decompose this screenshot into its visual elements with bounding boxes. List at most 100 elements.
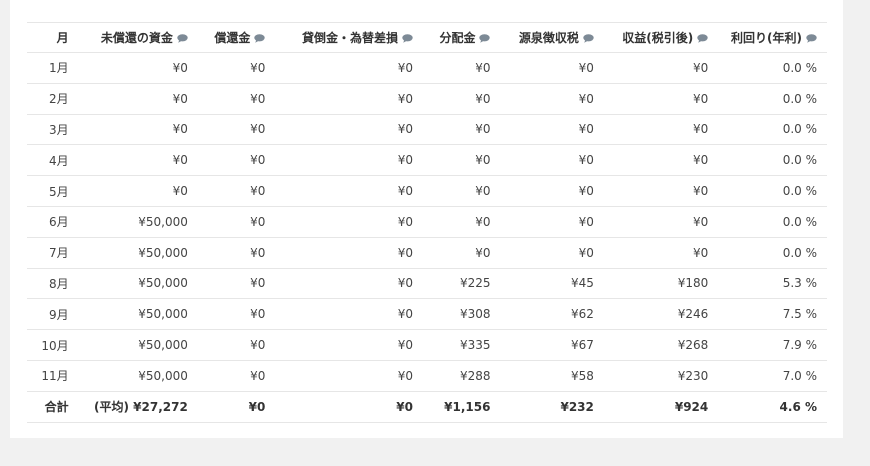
cell-annual-yield: 7.0 % <box>718 360 827 392</box>
cell-default-fx-loss: ¥0 <box>275 144 423 177</box>
cell-annual-yield: 0.0 % <box>718 114 827 146</box>
total-cell-redemption: ¥0 <box>197 391 276 423</box>
cell-distribution: ¥225 <box>422 268 501 300</box>
table-row: 10月 ¥50,000 ¥0 ¥0 ¥335 ¥67 ¥268 7.9 % <box>27 329 827 361</box>
total-cell-withholding-tax: ¥232 <box>500 391 604 423</box>
cell-distribution: ¥0 <box>422 206 501 238</box>
table-row: 4月 ¥0 ¥0 ¥0 ¥0 ¥0 ¥0 0.0 % <box>27 144 827 177</box>
speech-bubble-icon[interactable] <box>479 34 491 43</box>
cell-month: 8月 <box>27 268 79 300</box>
cell-annual-yield: 0.0 % <box>718 206 827 238</box>
cell-net-income: ¥0 <box>603 206 719 238</box>
cell-month: 10月 <box>27 329 79 361</box>
cell-withholding-tax: ¥0 <box>500 175 604 207</box>
cell-default-fx-loss: ¥0 <box>275 360 423 392</box>
cell-distribution: ¥0 <box>422 175 501 207</box>
cell-net-income: ¥0 <box>603 114 719 146</box>
cell-redemption: ¥0 <box>197 206 276 238</box>
cell-withholding-tax: ¥45 <box>500 268 604 300</box>
cell-outstanding-principal: ¥0 <box>78 83 198 115</box>
cell-net-income: ¥0 <box>603 83 719 115</box>
cell-annual-yield: 0.0 % <box>718 237 827 269</box>
table-row: 9月 ¥50,000 ¥0 ¥0 ¥308 ¥62 ¥246 7.5 % <box>27 298 827 331</box>
table-row: 1月 ¥0 ¥0 ¥0 ¥0 ¥0 ¥0 0.0 % <box>27 52 827 84</box>
cell-default-fx-loss: ¥0 <box>275 268 423 300</box>
cell-redemption: ¥0 <box>197 83 276 115</box>
cell-month: 1月 <box>27 52 79 84</box>
total-cell-month: 合計 <box>27 391 79 423</box>
cell-net-income: ¥246 <box>603 298 719 331</box>
cell-net-income: ¥230 <box>603 360 719 392</box>
cell-net-income: ¥0 <box>603 175 719 207</box>
total-cell-distribution: ¥1,156 <box>422 391 501 423</box>
table-row: 11月 ¥50,000 ¥0 ¥0 ¥288 ¥58 ¥230 7.0 % <box>27 360 827 392</box>
cell-outstanding-principal: ¥0 <box>78 175 198 207</box>
cell-outstanding-principal: ¥50,000 <box>78 206 198 238</box>
cell-distribution: ¥308 <box>422 298 501 331</box>
speech-bubble-icon[interactable] <box>177 34 188 43</box>
cell-redemption: ¥0 <box>197 268 276 300</box>
cell-month: 7月 <box>27 237 79 269</box>
table-row: 5月 ¥0 ¥0 ¥0 ¥0 ¥0 ¥0 0.0 % <box>27 175 827 207</box>
cell-redemption: ¥0 <box>197 237 276 269</box>
speech-bubble-icon[interactable] <box>583 34 594 43</box>
header-outstanding-principal: 未償還の資金 <box>78 22 198 53</box>
cell-default-fx-loss: ¥0 <box>275 329 423 361</box>
header-default-fx-loss: 貸倒金・為替差損 <box>275 22 423 53</box>
table-row: 8月 ¥50,000 ¥0 ¥0 ¥225 ¥45 ¥180 5.3 % <box>27 268 827 300</box>
speech-bubble-icon[interactable] <box>697 34 708 43</box>
cell-withholding-tax: ¥0 <box>500 114 604 146</box>
speech-bubble-icon[interactable] <box>402 34 413 43</box>
cell-withholding-tax: ¥0 <box>500 52 604 84</box>
cell-month: 11月 <box>27 360 79 392</box>
header-month: 月 <box>27 22 79 53</box>
total-cell-default-fx-loss: ¥0 <box>275 391 423 423</box>
cell-distribution: ¥0 <box>422 52 501 84</box>
table-row: 6月 ¥50,000 ¥0 ¥0 ¥0 ¥0 ¥0 0.0 % <box>27 206 827 238</box>
header-distribution: 分配金 <box>422 22 501 53</box>
cell-withholding-tax: ¥0 <box>500 144 604 177</box>
cell-outstanding-principal: ¥0 <box>78 52 198 84</box>
cell-outstanding-principal: ¥0 <box>78 114 198 146</box>
cell-distribution: ¥335 <box>422 329 501 361</box>
total-cell-net-income: ¥924 <box>603 391 719 423</box>
speech-bubble-icon[interactable] <box>806 34 817 43</box>
cell-distribution: ¥288 <box>422 360 501 392</box>
cell-month: 2月 <box>27 83 79 115</box>
cell-annual-yield: 7.5 % <box>718 298 827 331</box>
cell-outstanding-principal: ¥50,000 <box>78 237 198 269</box>
cell-outstanding-principal: ¥50,000 <box>78 360 198 392</box>
table-row: 3月 ¥0 ¥0 ¥0 ¥0 ¥0 ¥0 0.0 % <box>27 114 827 146</box>
cell-annual-yield: 0.0 % <box>718 52 827 84</box>
cell-distribution: ¥0 <box>422 237 501 269</box>
cell-default-fx-loss: ¥0 <box>275 206 423 238</box>
cell-default-fx-loss: ¥0 <box>275 237 423 269</box>
speech-bubble-icon[interactable] <box>254 34 266 43</box>
cell-redemption: ¥0 <box>197 329 276 361</box>
table-row: 7月 ¥50,000 ¥0 ¥0 ¥0 ¥0 ¥0 0.0 % <box>27 237 827 269</box>
cell-redemption: ¥0 <box>197 360 276 392</box>
cell-month: 3月 <box>27 114 79 146</box>
cell-outstanding-principal: ¥50,000 <box>78 268 198 300</box>
cell-distribution: ¥0 <box>422 114 501 146</box>
cell-withholding-tax: ¥58 <box>500 360 604 392</box>
table-row: 2月 ¥0 ¥0 ¥0 ¥0 ¥0 ¥0 0.0 % <box>27 83 827 115</box>
cell-default-fx-loss: ¥0 <box>275 114 423 146</box>
header-redemption: 償還金 <box>197 22 276 53</box>
cell-net-income: ¥180 <box>603 268 719 300</box>
cell-default-fx-loss: ¥0 <box>275 83 423 115</box>
table-header-row: 月 未償還の資金 償還金 貸倒金・為替差損 分配金 源泉徴収税 収益(税引後) … <box>27 22 827 53</box>
cell-default-fx-loss: ¥0 <box>275 52 423 84</box>
cell-annual-yield: 0.0 % <box>718 144 827 177</box>
total-cell-outstanding-principal: (平均) ¥27,272 <box>78 391 198 423</box>
cell-annual-yield: 5.3 % <box>718 268 827 300</box>
table-body: 1月 ¥0 ¥0 ¥0 ¥0 ¥0 ¥0 0.0 % 2月 ¥0 ¥0 ¥0 ¥0 ¥0 ¥0 0.0 % 3月… <box>27 52 827 423</box>
header-withholding-tax: 源泉徴収税 <box>500 22 604 53</box>
cell-withholding-tax: ¥67 <box>500 329 604 361</box>
table-total-row: 合計 (平均) ¥27,272 ¥0 ¥0 ¥1,156 ¥232 ¥924 4.6 % <box>27 391 827 423</box>
monthly-returns-table: 月 未償還の資金 償還金 貸倒金・為替差損 分配金 源泉徴収税 収益(税引後) … <box>27 22 827 423</box>
cell-redemption: ¥0 <box>197 144 276 177</box>
cell-distribution: ¥0 <box>422 83 501 115</box>
cell-outstanding-principal: ¥50,000 <box>78 298 198 331</box>
header-net-income: 収益(税引後) <box>603 22 719 53</box>
